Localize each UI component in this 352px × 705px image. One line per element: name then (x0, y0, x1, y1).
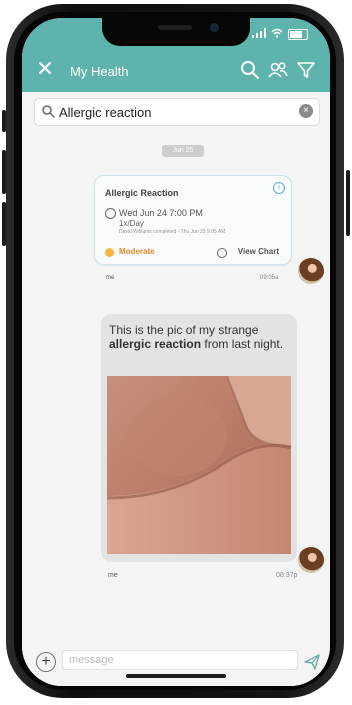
message-text-start: This is the pic of my strange (109, 323, 259, 337)
close-icon (39, 62, 51, 74)
signal-icon (252, 28, 266, 41)
message-composer: + (22, 642, 330, 686)
photo-image (107, 376, 291, 554)
mute-switch (2, 110, 6, 132)
power-button (346, 170, 350, 236)
avatar[interactable] (298, 547, 324, 573)
card-sender: me (106, 275, 115, 281)
card-frequency: 1x/Day (119, 219, 144, 228)
card-datetime: Wed Jun 24 7:00 PM (119, 208, 203, 218)
message-input[interactable] (62, 650, 298, 670)
screen: My Health × Jun 25 Allergic Reaction i W… (22, 18, 330, 686)
message-text-bold: allergic reaction (109, 337, 202, 351)
notch (102, 18, 250, 46)
history-icon (217, 248, 227, 258)
card-completed-by: David Williams completed - Thu Jun 25 9:… (119, 229, 226, 235)
info-icon[interactable]: i (273, 182, 285, 194)
front-camera (210, 23, 219, 32)
volume-up-button (2, 150, 6, 194)
message-sender: me (108, 572, 118, 579)
card-title: Allergic Reaction (105, 188, 179, 198)
search-input[interactable] (59, 103, 279, 121)
clear-search-icon[interactable]: × (299, 104, 313, 118)
wifi-icon (271, 28, 283, 41)
card-timestamp: 09:05a (260, 275, 279, 281)
search-icon[interactable] (240, 60, 260, 80)
avatar[interactable] (298, 258, 324, 284)
severity-label: Moderate (119, 247, 155, 256)
view-chart-button[interactable]: View Chart (238, 247, 279, 256)
close-button[interactable] (38, 58, 52, 81)
filter-icon[interactable] (296, 60, 316, 80)
severity-face-icon (105, 248, 114, 257)
app-header: My Health (22, 52, 330, 92)
add-attachment-button[interactable]: + (36, 652, 56, 672)
date-separator: Jun 25 (162, 145, 204, 157)
header-actions (240, 60, 316, 80)
send-icon[interactable] (304, 654, 320, 670)
clock-icon (105, 208, 116, 219)
search-icon (42, 105, 55, 118)
speaker (158, 25, 192, 30)
page-title: My Health (70, 64, 129, 79)
message-bubble[interactable]: This is the pic of my strange allergic r… (101, 314, 297, 562)
battery-icon (288, 29, 308, 40)
message-text: This is the pic of my strange allergic r… (109, 323, 289, 351)
symptom-card[interactable]: Allergic Reaction i Wed Jun 24 7:00 PM 1… (94, 175, 292, 265)
volume-down-button (2, 202, 6, 246)
search-bar: × (34, 98, 320, 126)
home-indicator[interactable] (126, 674, 226, 678)
status-icons (252, 28, 308, 41)
message-timestamp: 08:37p (276, 572, 298, 579)
message-photo[interactable] (107, 376, 291, 554)
people-icon[interactable] (268, 60, 288, 80)
message-text-end: from last night. (201, 337, 284, 351)
